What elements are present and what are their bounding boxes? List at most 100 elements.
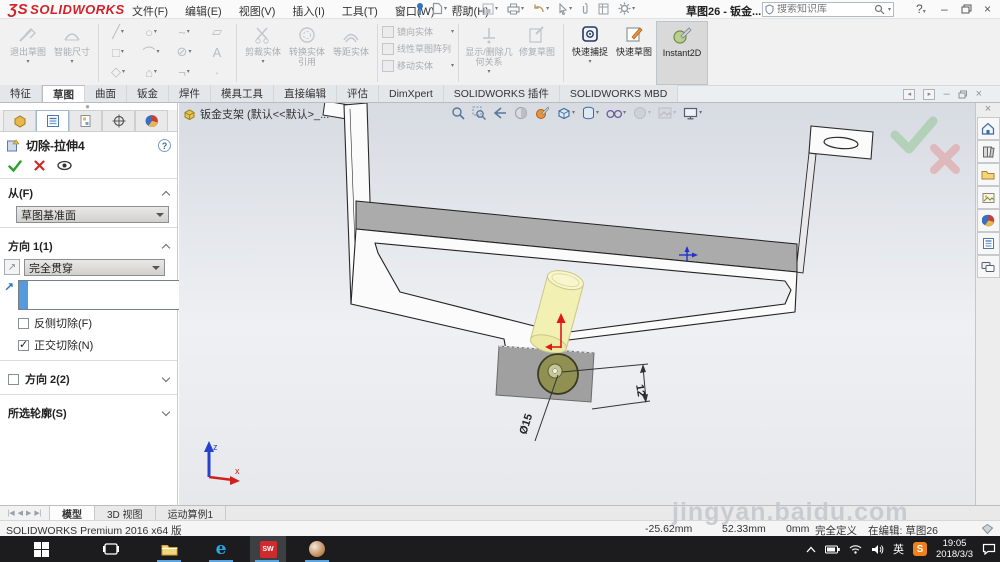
tab-mold-tools[interactable]: 模具工具 bbox=[211, 85, 274, 102]
line-tool[interactable]: ╱ ▾ bbox=[103, 23, 133, 41]
feature-manager-tab[interactable] bbox=[3, 110, 36, 131]
settings-gear-button[interactable]: ▾ bbox=[618, 2, 635, 15]
from-dropdown[interactable]: 草图基准面 bbox=[16, 206, 169, 223]
file-explorer-taskbar-button[interactable] bbox=[152, 536, 186, 562]
edge-taskbar-button[interactable]: e bbox=[204, 536, 238, 562]
plane-tool[interactable]: ▱ bbox=[202, 23, 232, 41]
task-view-button[interactable] bbox=[94, 536, 128, 562]
point-tool[interactable]: · bbox=[202, 63, 232, 81]
tab-scroll-buttons[interactable]: |◀ ◀ ▶ ▶| bbox=[0, 506, 50, 520]
appearances-scenes-button[interactable] bbox=[976, 209, 1000, 232]
model-canvas[interactable]: Ø15 12 z x bbox=[179, 103, 975, 505]
solidworks-taskbar-button[interactable]: SW bbox=[250, 536, 286, 562]
mirror-entities-button[interactable]: 镜向实体 ▾ bbox=[382, 25, 454, 38]
rapid-sketch-button[interactable]: 快速草图 bbox=[612, 21, 656, 85]
menu-insert[interactable]: 插入(I) bbox=[292, 3, 324, 19]
polygon-tool[interactable]: ⌂ ▾ bbox=[136, 63, 166, 81]
help-button[interactable]: ?▾ bbox=[916, 2, 926, 16]
property-manager-tab[interactable] bbox=[36, 110, 69, 131]
doc-close-button[interactable]: × bbox=[976, 88, 982, 100]
task-pane-close-icon[interactable]: × bbox=[976, 103, 1000, 117]
section-direction1[interactable]: 方向 1(1) bbox=[0, 232, 177, 257]
search-caret-icon[interactable]: ▾ bbox=[888, 7, 891, 13]
sogou-tray-icon[interactable]: S bbox=[913, 542, 928, 556]
custom-properties-button[interactable] bbox=[976, 232, 1000, 255]
convert-entities-button[interactable]: 转换实体引用 bbox=[285, 21, 329, 85]
battery-icon[interactable] bbox=[825, 545, 840, 554]
tab-dimxpert[interactable]: DimXpert bbox=[379, 85, 444, 102]
display-delete-relations-button[interactable]: 显示/删除几何关系 ▾ bbox=[463, 21, 515, 85]
tab-motion-study[interactable]: 运动算例1 bbox=[156, 506, 227, 521]
reverse-direction-button[interactable]: ↗ bbox=[4, 259, 20, 275]
move-entities-button[interactable]: 移动实体 ▾ bbox=[382, 59, 454, 72]
units-icon[interactable] bbox=[982, 524, 993, 534]
smart-dimension-button[interactable]: 智能尺寸 ▾ bbox=[50, 21, 94, 85]
ellipse-tool[interactable]: ⊘ ▾ bbox=[169, 43, 199, 61]
doc-minimize-button[interactable]: – bbox=[943, 88, 949, 100]
section-from[interactable]: 从(F) bbox=[0, 179, 177, 204]
menu-tools[interactable]: 工具(T) bbox=[342, 3, 378, 19]
tab-direct-editing[interactable]: 直接编辑 bbox=[274, 85, 337, 102]
start-button[interactable] bbox=[24, 536, 58, 562]
print-button[interactable]: ▾ bbox=[507, 3, 524, 15]
tab-evaluate[interactable]: 评估 bbox=[337, 85, 379, 102]
sketch-circle[interactable] bbox=[537, 353, 579, 395]
end-condition-dropdown[interactable]: 完全贯穿 bbox=[24, 259, 165, 276]
forum-button[interactable] bbox=[976, 255, 1000, 278]
display-manager-tab[interactable] bbox=[135, 110, 168, 131]
search-icon[interactable] bbox=[874, 4, 885, 15]
repair-sketch-button[interactable]: 修复草图 bbox=[515, 21, 559, 85]
app-taskbar-button[interactable] bbox=[300, 536, 334, 562]
offset-entities-button[interactable]: 等距实体 bbox=[329, 21, 373, 85]
slot-tool[interactable]: ◇ ▾ bbox=[103, 63, 133, 81]
taskbar-clock[interactable]: 19:05 2018/3/3 bbox=[936, 538, 973, 560]
panel-drag-handle[interactable]: ● bbox=[0, 102, 177, 111]
options-columns-icon[interactable] bbox=[598, 3, 609, 15]
menu-edit[interactable]: 编辑(E) bbox=[185, 3, 222, 19]
preview-eye-button[interactable] bbox=[57, 160, 72, 172]
section-selected-contours[interactable]: 所选轮廓(S) bbox=[0, 399, 177, 424]
tab-surfaces[interactable]: 曲面 bbox=[85, 85, 127, 102]
tab-solidworks-addins[interactable]: SOLIDWORKS 插件 bbox=[443, 85, 560, 102]
normal-cut-checkbox[interactable] bbox=[18, 338, 29, 351]
restore-button[interactable] bbox=[961, 4, 972, 14]
view-palette-button[interactable] bbox=[976, 186, 1000, 209]
instant2d-button[interactable]: Instant2D bbox=[656, 21, 708, 85]
tab-sketch[interactable]: 草图 bbox=[42, 85, 85, 102]
select-button[interactable]: ▾ bbox=[558, 2, 572, 15]
tab-weldments[interactable]: 焊件 bbox=[169, 85, 211, 102]
minimize-button[interactable]: – bbox=[941, 2, 948, 16]
open-document-button[interactable]: ▾ bbox=[456, 3, 473, 14]
circle-tool[interactable]: ○ ▾ bbox=[136, 23, 166, 41]
arc-tool[interactable]: ⌒ ▾ bbox=[136, 43, 166, 61]
new-document-button[interactable]: ▾ bbox=[432, 2, 447, 15]
rectangle-tool[interactable]: □ ▾ bbox=[103, 43, 133, 61]
tab-model[interactable]: 模型 bbox=[50, 506, 95, 521]
design-library-button[interactable] bbox=[976, 140, 1000, 163]
prev-document-button[interactable]: ◂ bbox=[903, 88, 916, 100]
search-input[interactable] bbox=[777, 4, 871, 15]
bracket-right-flange[interactable] bbox=[795, 125, 874, 274]
help-icon[interactable]: ? bbox=[158, 139, 171, 152]
text-tool[interactable]: A bbox=[202, 43, 232, 61]
action-center-icon[interactable] bbox=[982, 543, 996, 555]
ime-indicator[interactable]: 英 bbox=[893, 541, 904, 557]
solidworks-resources-button[interactable] bbox=[976, 117, 1000, 140]
flip-side-checkbox[interactable] bbox=[18, 317, 29, 329]
knowledge-search[interactable]: ▾ bbox=[762, 2, 894, 17]
spline-tool[interactable]: ~ ▾ bbox=[169, 23, 199, 41]
fillet-tool[interactable]: ¬ ▾ bbox=[169, 63, 199, 81]
tab-3d-views[interactable]: 3D 视图 bbox=[95, 506, 156, 521]
direction-reference-box[interactable] bbox=[18, 280, 207, 310]
volume-icon[interactable] bbox=[871, 544, 884, 555]
pin-menu-icon[interactable] bbox=[414, 2, 426, 16]
normal-cut-checkbox-row[interactable]: 正交切除(N) bbox=[0, 334, 177, 356]
section-direction2[interactable]: 方向 2(2) bbox=[0, 365, 177, 390]
doc-restore-button[interactable] bbox=[958, 90, 968, 99]
tab-solidworks-mbd[interactable]: SOLIDWORKS MBD bbox=[559, 85, 679, 102]
tab-sheet-metal[interactable]: 钣金 bbox=[127, 85, 169, 102]
dimxpert-manager-tab[interactable] bbox=[102, 110, 135, 131]
confirmation-corner[interactable] bbox=[890, 116, 960, 174]
graphics-viewport[interactable]: 钣金支架 (默认<<默认>_... ▾ ▾ ▾ ▾ ▾ ▾ Ø15 12 z x bbox=[179, 103, 975, 505]
menu-file[interactable]: 文件(F) bbox=[132, 3, 168, 19]
